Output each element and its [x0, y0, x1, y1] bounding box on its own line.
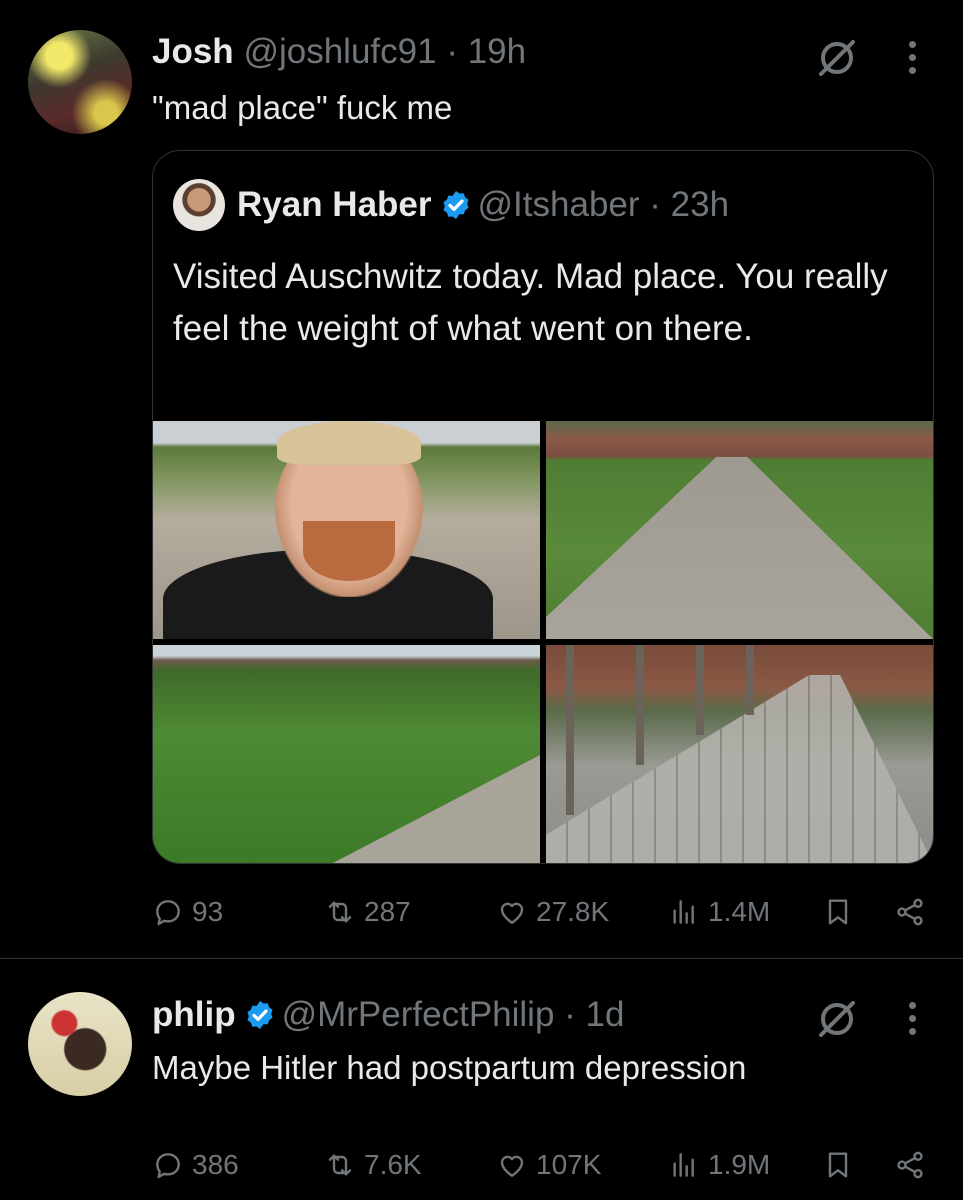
like-button[interactable]: 27.8K: [496, 892, 609, 932]
views-icon: [673, 1153, 694, 1177]
reply-icon: [156, 900, 180, 926]
verified-badge-icon: [442, 191, 469, 219]
separator: ·: [446, 32, 458, 71]
reply-icon: [156, 1153, 180, 1179]
like-icon: [500, 902, 524, 924]
more-icon[interactable]: [906, 997, 918, 1037]
author-handle[interactable]: @MrPerfectPhilip: [282, 995, 555, 1034]
image-grid: [153, 421, 933, 863]
quote-text: Visited Auschwitz today. Mad place. You …: [173, 257, 888, 348]
views-count: 1.4M: [708, 896, 771, 927]
quote-author-name[interactable]: Ryan Haber: [237, 185, 432, 224]
share-button[interactable]: [894, 892, 934, 932]
reply-count: 386: [192, 1149, 239, 1180]
grok-icon[interactable]: [815, 36, 859, 80]
share-icon: [897, 898, 923, 926]
quote-header: Ryan Haber @Itshaber · 23h: [237, 183, 729, 227]
author-name[interactable]: phlip: [152, 995, 236, 1034]
share-button[interactable]: [894, 1145, 934, 1185]
timestamp[interactable]: 1d: [586, 995, 625, 1034]
like-icon: [500, 1155, 524, 1177]
quoted-post[interactable]: Ryan Haber @Itshaber · 23h Visited Auschw…: [152, 150, 934, 864]
repost-count: 7.6K: [364, 1149, 422, 1180]
post-header: Josh @joshlufc91 · 19h: [152, 32, 526, 72]
bookmark-icon: [828, 899, 848, 925]
like-count: 27.8K: [536, 896, 610, 927]
more-icon[interactable]: [906, 36, 918, 76]
verified-badge-icon: [247, 1001, 273, 1029]
like-count: 107K: [536, 1149, 602, 1180]
grass-field-fence-photo[interactable]: [153, 645, 540, 863]
reply-button[interactable]: 386: [152, 1145, 239, 1185]
author-handle[interactable]: @joshlufc91: [243, 32, 436, 71]
post-josh[interactable]: Josh @joshlufc91 · 19h "mad place" fuck …: [0, 0, 963, 958]
like-button[interactable]: 107K: [496, 1145, 601, 1185]
views-button[interactable]: 1.9M: [668, 1145, 770, 1185]
action-bar: 93 287 27.8K 1.4M: [152, 892, 942, 932]
post-header: phlip @MrPerfectPhilip · 1d: [152, 995, 624, 1035]
views-count: 1.9M: [708, 1149, 771, 1180]
action-bar: 386 7.6K 107K 1.9M: [152, 1145, 942, 1185]
quote-timestamp[interactable]: 23h: [671, 185, 729, 224]
grok-icon[interactable]: [815, 997, 859, 1041]
views-icon: [673, 900, 694, 924]
post-text: Maybe Hitler had postpartum depression: [152, 1049, 747, 1086]
timestamp[interactable]: 19h: [468, 32, 526, 71]
reply-button[interactable]: 93: [152, 892, 223, 932]
post-text: "mad place" fuck me: [152, 89, 453, 126]
reply-count: 93: [192, 896, 224, 927]
post-phlip[interactable]: phlip @MrPerfectPhilip · 1d Maybe Hitler …: [0, 959, 963, 1200]
avatar[interactable]: [28, 992, 132, 1096]
author-name[interactable]: Josh: [152, 32, 234, 71]
bookmark-button[interactable]: [822, 1145, 862, 1185]
repost-count: 287: [364, 896, 411, 927]
quote-handle[interactable]: @Itshaber: [478, 185, 640, 224]
avatar[interactable]: [28, 30, 132, 134]
views-button[interactable]: 1.4M: [668, 892, 770, 932]
separator: ·: [564, 995, 576, 1034]
selfie-photo[interactable]: [153, 421, 540, 639]
repost-button[interactable]: 7.6K: [324, 1145, 422, 1185]
bookmark-icon: [828, 1152, 848, 1178]
repost-icon: [328, 1154, 352, 1176]
separator: ·: [649, 185, 661, 224]
gravel-road-photo[interactable]: [546, 421, 933, 639]
bookmark-button[interactable]: [822, 892, 862, 932]
share-icon: [897, 1151, 923, 1179]
quote-avatar[interactable]: [173, 179, 225, 231]
repost-icon: [328, 901, 352, 923]
repost-button[interactable]: 287: [324, 892, 411, 932]
cobblestone-path-fence-photo[interactable]: [546, 645, 933, 863]
